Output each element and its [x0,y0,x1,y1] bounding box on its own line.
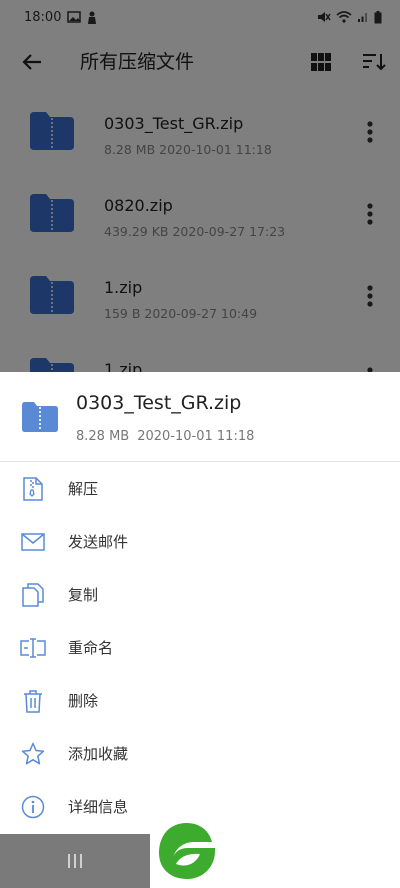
brand-area [150,823,400,888]
star-icon [20,741,46,767]
action-send-email[interactable]: 发送邮件 [0,515,400,568]
sheet-file-size: 8.28 MB [76,429,130,444]
action-label: 删除 [68,692,99,710]
mail-icon [20,529,46,555]
action-delete[interactable]: 删除 [0,674,400,727]
sheet-file-date: 2020-10-01 11:18 [137,429,255,444]
sheet-header: 0303_Test_GR.zip 8.28 MB 2020-10-01 11:1… [0,372,400,462]
copy-icon [20,582,46,608]
action-label: 发送邮件 [68,533,129,551]
action-copy[interactable]: 复制 [0,568,400,621]
action-label: 添加收藏 [68,745,129,763]
bottom-sheet: 0303_Test_GR.zip 8.28 MB 2020-10-01 11:1… [0,372,400,834]
action-label: 详细信息 [68,798,129,816]
recent-apps-button[interactable] [0,834,150,888]
trash-icon [20,688,46,714]
leaf-logo-icon [159,823,215,879]
sheet-file-name: 0303_Test_GR.zip [76,392,242,414]
action-label: 解压 [68,480,99,498]
rename-icon [20,635,46,661]
action-extract[interactable]: 解压 [0,462,400,515]
sheet-file-meta: 8.28 MB 2020-10-01 11:18 [76,429,254,444]
recent-apps-icon [68,854,82,868]
action-add-favorite[interactable]: 添加收藏 [0,727,400,780]
navigation-bar [0,823,400,888]
zip-file-icon [20,476,46,502]
info-icon [20,794,46,820]
action-rename[interactable]: 重命名 [0,621,400,674]
zip-folder-icon [22,402,58,432]
action-label: 重命名 [68,639,114,657]
action-label: 复制 [68,586,99,604]
